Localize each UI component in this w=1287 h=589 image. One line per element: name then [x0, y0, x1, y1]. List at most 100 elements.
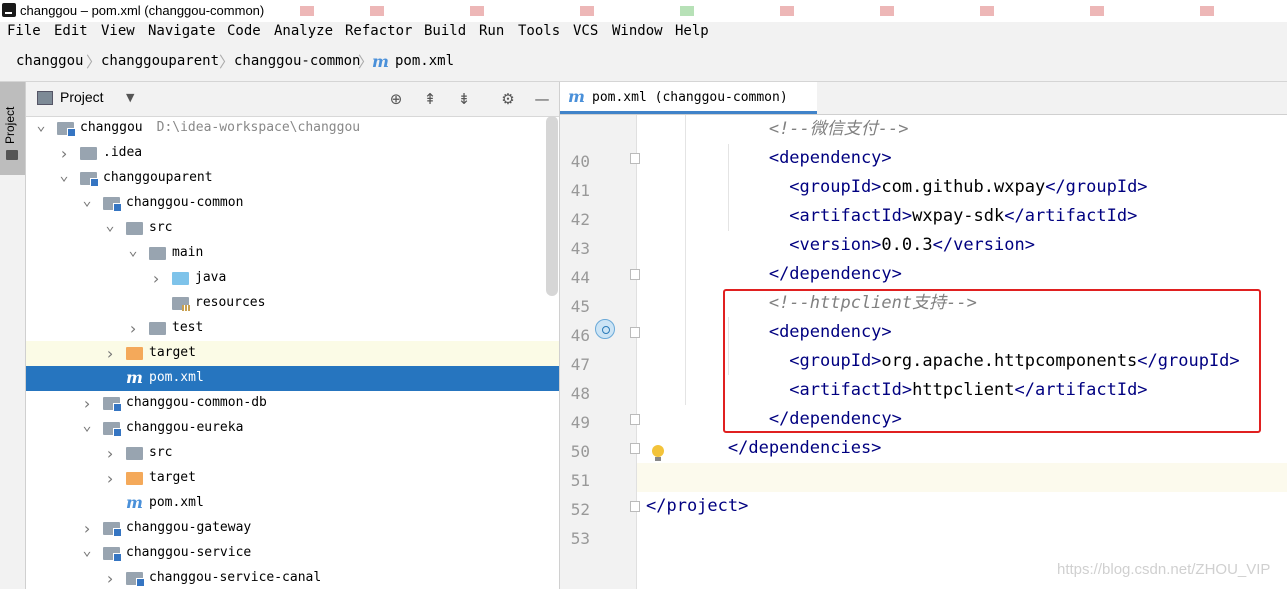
- tree-item[interactable]: ⌄ changgou-service: [26, 541, 559, 566]
- chevron-right-icon[interactable]: ›: [150, 266, 162, 291]
- menu-view[interactable]: View: [101, 23, 135, 39]
- expand-all-icon[interactable]: ⇞: [420, 89, 440, 109]
- tree-item[interactable]: ⌄ src: [26, 216, 559, 241]
- chevron-down-icon[interactable]: ⌄: [81, 416, 93, 441]
- chevron-down-icon[interactable]: ⌄: [35, 116, 47, 141]
- menu-run[interactable]: Run: [479, 23, 504, 39]
- tree-item[interactable]: ⌄ changgou D:\idea-workspace\changgou: [26, 116, 559, 141]
- tree-item-label: main: [172, 245, 204, 260]
- menu-help[interactable]: Help: [675, 23, 709, 39]
- menu-edit[interactable]: Edit: [54, 23, 88, 39]
- line-number: 41: [570, 181, 590, 200]
- editor-tab-label: pom.xml (changgou-common): [592, 90, 788, 105]
- code-line: <artifactId>httpclient</artifactId>: [646, 376, 1147, 405]
- fold-marker-icon[interactable]: [630, 414, 640, 425]
- breadcrumb-changgouparent[interactable]: changgouparent: [101, 53, 219, 69]
- tree-item-text: pom.xml: [149, 370, 204, 385]
- menu-navigate[interactable]: Navigate: [148, 23, 215, 39]
- menu-file[interactable]: File: [7, 23, 41, 39]
- tree-item[interactable]: › changgou-service-canal: [26, 566, 559, 589]
- scrollbar[interactable]: [546, 116, 558, 296]
- tree-item[interactable]: › .idea: [26, 141, 559, 166]
- menu-build[interactable]: Build: [424, 23, 466, 39]
- tree-item[interactable]: › src: [26, 441, 559, 466]
- indent-guide: [685, 115, 686, 405]
- project-tool-window-tab[interactable]: Project: [0, 82, 25, 175]
- tab-pom-xml[interactable]: m pom.xml (changgou-common): [560, 82, 817, 114]
- menu-code[interactable]: Code: [227, 23, 261, 39]
- gear-icon[interactable]: ⚙: [498, 89, 518, 109]
- chevron-down-icon[interactable]: ⌄: [104, 216, 116, 241]
- tree-item[interactable]: m pom.xml: [26, 366, 559, 391]
- project-panel-title[interactable]: Project: [60, 89, 104, 105]
- project-view-icon: [37, 91, 53, 105]
- fold-marker-icon[interactable]: [630, 327, 640, 338]
- tree-item[interactable]: › target: [26, 341, 559, 366]
- fold-marker-icon[interactable]: [630, 153, 640, 164]
- chevron-right-icon[interactable]: ›: [104, 566, 116, 589]
- menu-analyze[interactable]: Analyze: [274, 23, 333, 39]
- tree-item-label: target: [149, 470, 196, 485]
- tree-item[interactable]: ⌄ changgouparent: [26, 166, 559, 191]
- tree-item[interactable]: resources: [26, 291, 559, 316]
- chevron-right-icon[interactable]: ›: [104, 466, 116, 491]
- tree-item[interactable]: › target: [26, 466, 559, 491]
- tree-item[interactable]: ⌄ changgou-eureka: [26, 416, 559, 441]
- chevron-right-icon[interactable]: ›: [104, 341, 116, 366]
- fold-marker-icon[interactable]: [630, 443, 640, 454]
- line-number: 46: [570, 326, 590, 345]
- chevron-right-icon[interactable]: ›: [81, 391, 93, 416]
- breadcrumb-pom-xml[interactable]: pom.xml: [395, 53, 454, 69]
- tree-item-label: target: [149, 345, 196, 360]
- tree-item[interactable]: › changgou-common-db: [26, 391, 559, 416]
- tree-item[interactable]: m pom.xml: [26, 491, 559, 516]
- tree-item-text: changgou-eureka: [126, 420, 243, 435]
- chevron-right-icon[interactable]: ›: [104, 441, 116, 466]
- collapse-all-icon[interactable]: ⇟: [454, 89, 474, 109]
- code-line: <dependency>: [646, 318, 892, 347]
- maven-dependency-icon[interactable]: [595, 319, 615, 339]
- chevron-down-icon[interactable]: ⌄: [58, 166, 70, 191]
- fold-marker-icon[interactable]: [630, 501, 640, 512]
- menu-vcs[interactable]: VCS: [573, 23, 598, 39]
- line-number: 40: [570, 152, 590, 171]
- module-folder-icon: [103, 397, 122, 412]
- xml-tag: </groupId>: [1045, 177, 1148, 197]
- line-number: 43: [570, 239, 590, 258]
- xml-comment: <!--httpclient支持-->: [768, 293, 977, 313]
- folder-icon: [126, 447, 143, 460]
- line-number: 47: [570, 355, 590, 374]
- chevron-down-icon[interactable]: ▼: [126, 91, 134, 104]
- chevron-right-icon[interactable]: ›: [81, 516, 93, 541]
- lightbulb-icon[interactable]: [652, 445, 664, 461]
- chevron-right-icon[interactable]: ›: [58, 141, 70, 166]
- menu-tools[interactable]: Tools: [518, 23, 560, 39]
- tree-item[interactable]: ⌄ changgou-common: [26, 191, 559, 216]
- tree-item[interactable]: › changgou-gateway: [26, 516, 559, 541]
- project-tab-label: Project: [3, 106, 17, 144]
- breadcrumb-changgou-common[interactable]: changgou-common: [234, 53, 360, 69]
- chevron-down-icon[interactable]: ⌄: [81, 541, 93, 566]
- line-number: 51: [570, 471, 590, 490]
- tree-item[interactable]: ⌄ main: [26, 241, 559, 266]
- menu-window[interactable]: Window: [612, 23, 663, 39]
- tree-item[interactable]: › java: [26, 266, 559, 291]
- maven-file-icon: m: [568, 87, 585, 106]
- chevron-down-icon[interactable]: ⌄: [127, 241, 139, 266]
- fold-marker-icon[interactable]: [630, 269, 640, 280]
- tree-item-path: D:\idea-workspace\changgou: [156, 120, 361, 135]
- line-number: 49: [570, 413, 590, 432]
- chevron-down-icon[interactable]: ⌄: [81, 191, 93, 216]
- menu-refactor[interactable]: Refactor: [345, 23, 412, 39]
- resources-folder-icon: [172, 297, 190, 311]
- folder-icon: [149, 247, 166, 260]
- watermark: https://blog.csdn.net/ZHOU_VIP: [1057, 561, 1271, 578]
- locate-target-icon[interactable]: ⊕: [386, 89, 406, 109]
- line-number: 50: [570, 442, 590, 461]
- breadcrumb-changgou[interactable]: changgou: [16, 53, 83, 69]
- tree-item[interactable]: › test: [26, 316, 559, 341]
- minimize-icon[interactable]: —: [532, 89, 552, 109]
- code-line: <groupId>org.apache.httpcomponents</grou…: [646, 347, 1239, 376]
- chevron-right-icon[interactable]: ›: [127, 316, 139, 341]
- xml-tag: <artifactId>: [789, 206, 913, 226]
